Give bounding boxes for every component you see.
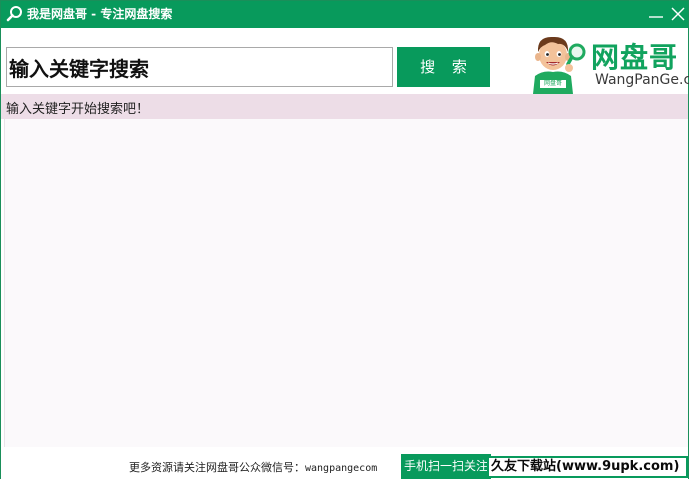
scan-qr-button[interactable]: 手机扫一扫关注 — [401, 454, 491, 479]
window-title: 我是网盘哥 - 专注网盘搜索 — [27, 7, 173, 21]
footer: 更多资源请关注网盘哥公众微信号：wangpangecom 手机扫一扫关注 久友下… — [1, 447, 688, 479]
wechat-label: 更多资源请关注网盘哥公众微信号： — [129, 461, 305, 474]
search-button[interactable]: 搜 索 — [397, 47, 490, 87]
brand-name-cn: 网盘哥 — [591, 41, 679, 74]
minimize-icon[interactable] — [645, 3, 667, 25]
search-area: 搜 索 — [1, 28, 689, 94]
search-input[interactable] — [6, 47, 393, 87]
wechat-info: 更多资源请关注网盘哥公众微信号：wangpangecom — [129, 459, 377, 475]
hint-text: 输入关键字开始搜索吧！ — [6, 102, 150, 117]
mascot-badge: 网盘哥 — [543, 80, 562, 87]
magnifier-icon — [6, 6, 22, 22]
results-list[interactable] — [4, 119, 688, 447]
app-window: 我是网盘哥 - 专注网盘搜索 搜 索 — [0, 0, 689, 479]
wechat-id: wangpangecom — [305, 463, 378, 474]
watermark-banner: 久友下载站(www.9upk.com) — [487, 456, 688, 478]
hint-bar: 输入关键字开始搜索吧！ — [1, 94, 688, 119]
close-icon[interactable] — [667, 3, 689, 25]
brand-logo: 网盘哥 网盘哥 WangPanGe.com — [525, 30, 689, 94]
title-bar[interactable]: 我是网盘哥 - 专注网盘搜索 — [1, 1, 688, 28]
brand-name-en: WangPanGe.com — [595, 72, 689, 88]
